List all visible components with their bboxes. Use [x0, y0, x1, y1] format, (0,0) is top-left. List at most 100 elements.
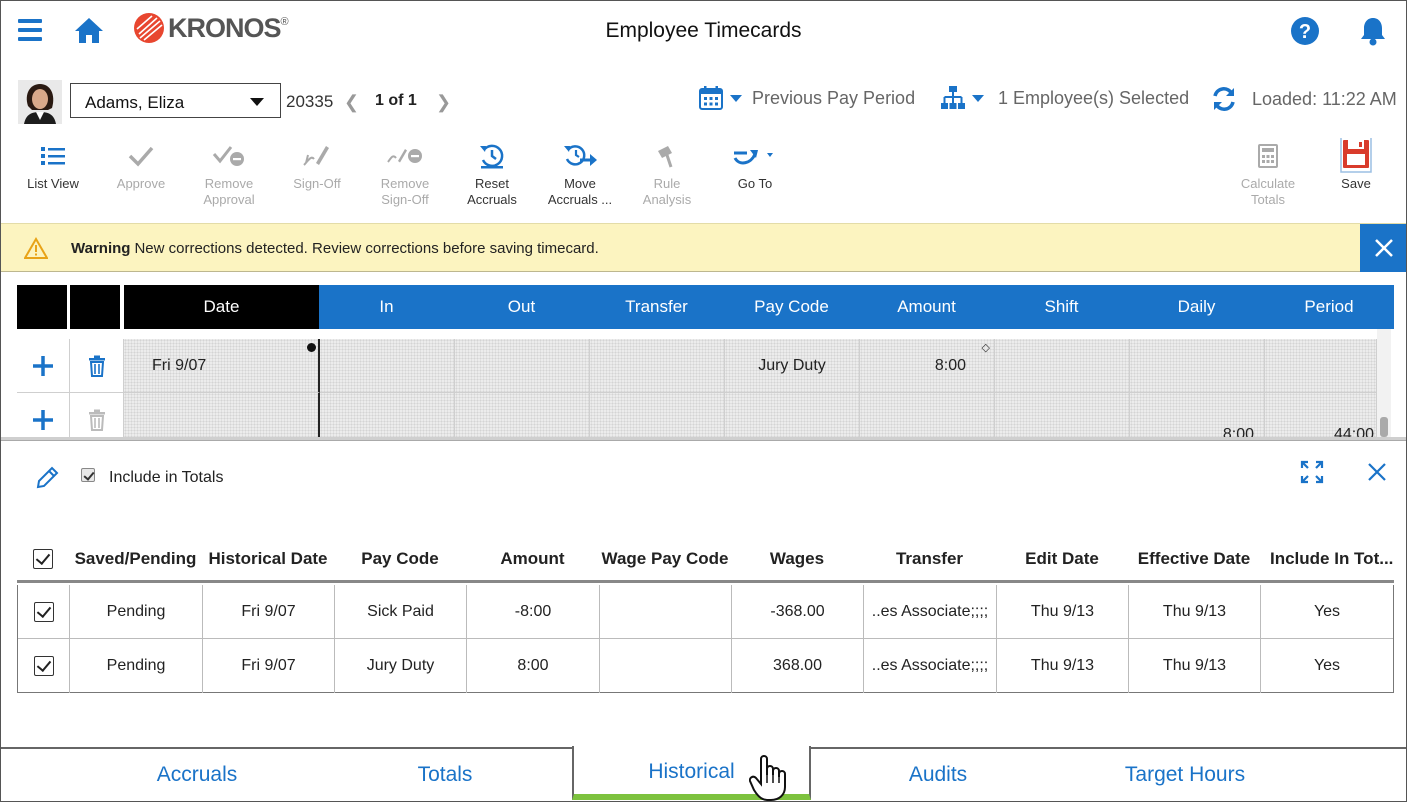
panel-splitter[interactable] — [1, 437, 1406, 441]
header-amount[interactable]: Amount — [859, 285, 994, 329]
in-cell[interactable] — [320, 393, 455, 437]
loaded-time: Loaded: 11:22 AM — [1252, 88, 1397, 109]
header-include-in-totals[interactable]: Include In Tot... — [1260, 539, 1394, 579]
warning-label: Warning — [71, 240, 131, 257]
header-edit-date[interactable]: Edit Date — [996, 539, 1128, 579]
edit-pencil-icon[interactable] — [34, 465, 60, 496]
header-transfer[interactable]: Transfer — [863, 539, 996, 579]
sign-off-label: Sign-Off — [293, 176, 341, 191]
refresh-control[interactable]: Loaded: 11:22 AM — [1210, 85, 1397, 113]
header-pay-code[interactable]: Pay Code — [724, 285, 859, 329]
reset-clock-icon — [480, 144, 504, 169]
table-row[interactable]: Pending Fri 9/07 Sick Paid -8:00 -368.00… — [18, 585, 1395, 639]
effective-date-cell: Thu 9/13 — [1129, 585, 1261, 639]
save-button[interactable]: Save — [1311, 138, 1401, 192]
previous-employee-icon[interactable]: ❮ — [344, 92, 359, 113]
row-checkbox-cell[interactable] — [18, 585, 70, 639]
header-in[interactable]: In — [319, 285, 454, 329]
warning-triangle-icon — [23, 237, 49, 264]
delete-row-button — [70, 393, 124, 437]
edit-date-cell: Thu 9/13 — [997, 639, 1129, 693]
include-in-totals-checkbox[interactable] — [81, 468, 95, 482]
add-row-button[interactable] — [17, 393, 70, 437]
list-view-label: List View — [27, 176, 79, 191]
help-icon[interactable]: ? — [1290, 16, 1320, 51]
move-accruals-label-line1: Move — [564, 176, 596, 191]
next-employee-icon[interactable]: ❯ — [436, 92, 451, 113]
sign-off-button[interactable]: Sign-Off — [272, 139, 362, 192]
calculate-totals-label: Calculate Totals — [1223, 176, 1313, 208]
calculate-totals-button[interactable]: Calculate Totals — [1223, 139, 1313, 208]
header-effective-date[interactable]: Effective Date — [1128, 539, 1260, 579]
timecard-scrollbar[interactable] — [1377, 329, 1391, 437]
warning-banner: Warning New corrections detected. Review … — [1, 223, 1406, 272]
transfer-cell[interactable] — [590, 339, 725, 393]
remove-approval-button[interactable]: Remove Approval — [184, 139, 274, 208]
in-cell[interactable] — [320, 339, 455, 393]
header-date[interactable]: Date — [124, 285, 319, 329]
amount-cell[interactable] — [860, 393, 995, 437]
header-daily[interactable]: Daily — [1129, 285, 1264, 329]
table-row[interactable]: Pending Fri 9/07 Jury Duty 8:00 368.00 .… — [18, 639, 1395, 693]
checkmark-icon — [128, 146, 154, 167]
notification-bell-icon[interactable] — [1359, 16, 1387, 51]
remove-sign-off-button[interactable]: Remove Sign-Off — [360, 139, 450, 208]
transfer-cell[interactable] — [590, 393, 725, 437]
period-cell — [1265, 339, 1377, 393]
select-all-checkbox[interactable] — [33, 549, 53, 569]
header-period[interactable]: Period — [1264, 285, 1394, 329]
header-shift[interactable]: Shift — [994, 285, 1129, 329]
employee-select[interactable]: Adams, Eliza — [70, 83, 281, 118]
header-wages[interactable]: Wages — [731, 539, 863, 579]
row-checkbox[interactable] — [33, 656, 54, 676]
sign-off-icon — [303, 146, 329, 166]
comment-dot-icon — [307, 343, 316, 352]
header-historical-date[interactable]: Historical Date — [202, 539, 334, 579]
tab-audits[interactable]: Audits — [876, 763, 1000, 787]
header-wage-pay-code[interactable]: Wage Pay Code — [599, 539, 731, 579]
rule-analysis-label: Rule Analysis — [622, 176, 712, 208]
move-accruals-icon — [564, 145, 597, 166]
amount-cell[interactable]: 8:00 ◇ — [860, 339, 995, 393]
go-to-button[interactable]: Go To — [710, 139, 800, 192]
header-amount[interactable]: Amount — [466, 539, 599, 579]
header-out[interactable]: Out — [454, 285, 589, 329]
out-cell[interactable] — [455, 393, 590, 437]
out-cell[interactable] — [455, 339, 590, 393]
scrollbar-thumb[interactable] — [1380, 417, 1388, 437]
app-window: KRONOS ® Employee Timecards ? Adams, Eli… — [0, 0, 1407, 802]
pay-code-cell[interactable]: Jury Duty — [725, 339, 860, 393]
select-all-checkbox-cell[interactable] — [17, 539, 69, 579]
page-title: Employee Timecards — [605, 19, 802, 42]
daily-value: 8:00 — [1222, 425, 1254, 438]
employee-name: Adams, Eliza — [85, 93, 185, 112]
amount-cell: -8:00 — [467, 585, 600, 639]
employee-selection-control[interactable]: 1 Employee(s) Selected — [940, 85, 1189, 111]
reset-accruals-label-line2: Accruals — [467, 192, 517, 207]
tab-target-hours[interactable]: Target Hours — [1101, 763, 1269, 787]
date-cell[interactable] — [124, 393, 320, 437]
row-checkbox[interactable] — [33, 601, 54, 622]
date-cell[interactable]: Fri 9/07 — [124, 339, 320, 393]
move-accruals-button[interactable]: Move Accruals ... — [535, 139, 625, 208]
header-pay-code[interactable]: Pay Code — [334, 539, 466, 579]
close-panel-icon[interactable] — [1366, 461, 1388, 488]
row-checkbox-cell[interactable] — [18, 639, 70, 693]
header-saved-pending[interactable]: Saved/Pending — [69, 539, 202, 579]
pay-code-cell[interactable] — [725, 393, 860, 437]
approve-button[interactable]: Approve — [96, 139, 186, 192]
chevron-down-icon — [250, 98, 264, 106]
expand-icon[interactable] — [1300, 460, 1324, 489]
reset-accruals-button[interactable]: Reset Accruals — [447, 139, 537, 208]
save-label: Save — [1341, 176, 1371, 191]
header-transfer[interactable]: Transfer — [589, 285, 724, 329]
list-view-button[interactable]: List View — [8, 139, 98, 192]
add-row-button[interactable] — [17, 339, 70, 393]
tab-accruals[interactable]: Accruals — [121, 763, 273, 787]
pay-period-selector[interactable]: Previous Pay Period — [698, 85, 915, 111]
delete-row-button[interactable] — [70, 339, 124, 393]
rule-analysis-button[interactable]: Rule Analysis — [622, 139, 712, 208]
close-warning-button[interactable] — [1360, 224, 1406, 272]
bottom-tabs: Accruals Totals Historical Audits Target… — [1, 746, 1406, 801]
tab-totals[interactable]: Totals — [381, 763, 509, 787]
